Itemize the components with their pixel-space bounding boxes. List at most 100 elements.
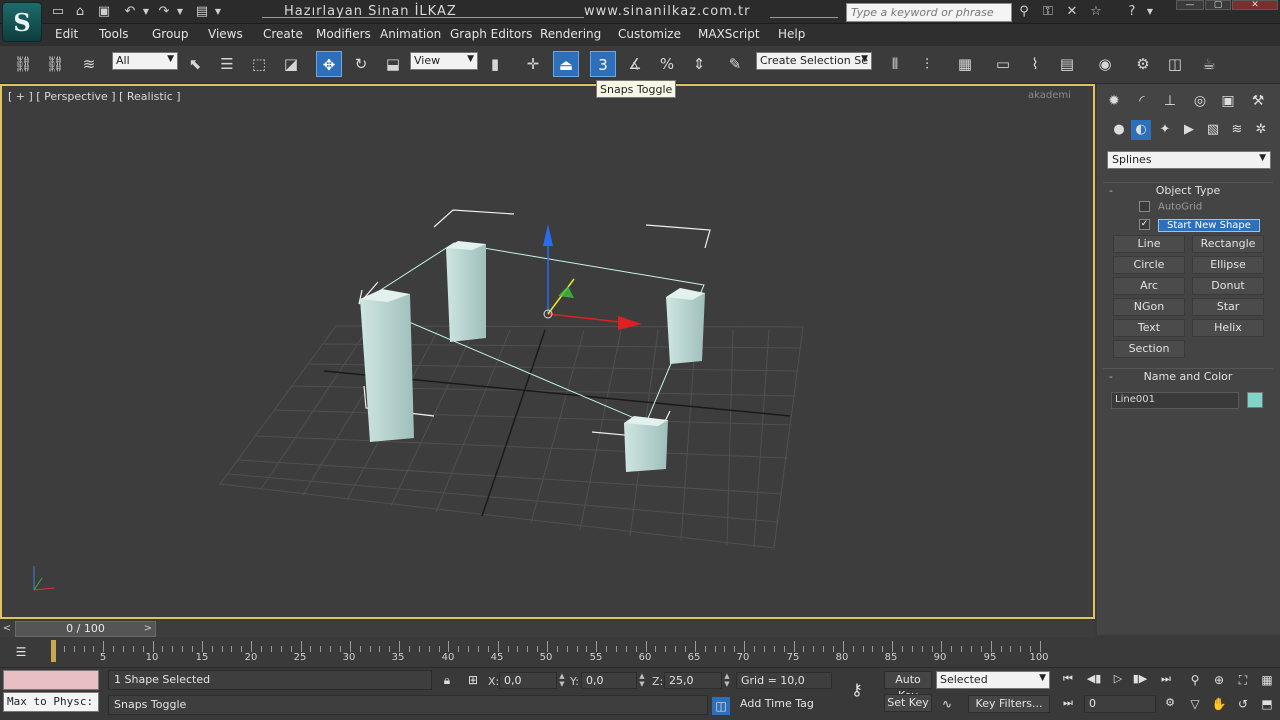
minimize-button[interactable]: — [1176, 0, 1204, 10]
modify-tab-icon[interactable]: ◜ [1131, 90, 1153, 112]
mirror-icon[interactable]: ⫴ [882, 51, 908, 77]
zoom-extents-icon[interactable]: ⛶ [1234, 671, 1252, 689]
pivot-center-icon[interactable]: ▮ [482, 51, 508, 77]
select-object-icon[interactable]: ⬉ [182, 51, 208, 77]
select-and-manipulate-icon[interactable]: ✛ [520, 51, 546, 77]
autogrid-checkbox[interactable]: AutoGrid [1139, 201, 1202, 215]
redo-icon[interactable]: ↷ [156, 4, 172, 20]
menu-animation[interactable]: Animation [380, 27, 441, 41]
maxscript-listener-input[interactable] [3, 670, 99, 690]
menu-group[interactable]: Group [152, 27, 189, 41]
link-icon[interactable]: ⛓ [10, 51, 36, 77]
section-button[interactable]: Section [1113, 340, 1185, 358]
time-configuration-icon[interactable]: ⚙ [1160, 693, 1180, 713]
field-of-view-icon[interactable]: ▽ [1186, 695, 1204, 713]
schematic-view-icon[interactable]: ▤ [1054, 51, 1080, 77]
next-frame-icon[interactable]: ▮▶ [1130, 669, 1150, 689]
set-key-mode-key-icon[interactable]: ⚷ [848, 681, 866, 699]
material-editor-icon[interactable]: ◉ [1092, 51, 1118, 77]
menu-tools[interactable]: Tools [99, 27, 129, 41]
curve-editor-icon[interactable]: ⌇ [1022, 51, 1048, 77]
unlink-icon[interactable]: ⛓ [42, 51, 68, 77]
star-button[interactable]: Star [1192, 298, 1264, 316]
time-slider-thumb[interactable]: 0 / 100 [15, 621, 156, 637]
previous-frame-icon[interactable]: ◀▮ [1084, 669, 1104, 689]
object-name-field[interactable]: Line001 [1111, 392, 1239, 409]
menu-graph-editors[interactable]: Graph Editors [450, 27, 532, 41]
zoom-icon[interactable]: ⚲ [1186, 671, 1204, 689]
menu-customize[interactable]: Customize [618, 27, 681, 41]
select-by-name-icon[interactable]: ☰ [214, 51, 240, 77]
binoculars-icon[interactable]: ⚲ [1016, 4, 1032, 20]
donut-button[interactable]: Donut [1192, 277, 1264, 295]
menu-maxscript[interactable]: MAXScript [698, 27, 760, 41]
utilities-tab-icon[interactable]: ⚒ [1247, 90, 1269, 112]
time-slider-left-arrow-icon[interactable]: < [0, 621, 14, 637]
align-icon[interactable]: ⫶ [914, 51, 940, 77]
selection-region-icon[interactable]: ⬚ [246, 51, 272, 77]
auto-key-button[interactable]: Auto Key [884, 671, 932, 702]
time-tag-icon[interactable]: ◫ [712, 697, 730, 715]
menu-create[interactable]: Create [263, 27, 303, 41]
absolute-relative-toggle-icon[interactable]: ⊞ [464, 671, 482, 689]
play-icon[interactable]: ▷ [1108, 669, 1128, 689]
key-filters-button[interactable]: Key Filters... [968, 695, 1050, 713]
zoom-all-icon[interactable]: ⊕ [1210, 671, 1228, 689]
viewport-label[interactable]: [ + ] [ Perspective ] [ Realistic ] [8, 90, 181, 103]
z-spinner-icon[interactable]: ▲ ▼ [723, 672, 731, 689]
circle-button[interactable]: Circle [1113, 256, 1185, 274]
favorites-star-icon[interactable]: ☆ [1088, 4, 1104, 20]
helix-button[interactable]: Helix [1192, 319, 1264, 337]
orbit-icon[interactable]: ↺ [1234, 695, 1252, 713]
autogrid-checkbox-box[interactable] [1139, 201, 1150, 212]
maxscript-listener-output[interactable]: Max to Physc: [3, 692, 99, 712]
graphite-tools-icon[interactable]: ▭ [990, 51, 1016, 77]
rendered-frame-window-icon[interactable]: ◫ [1162, 51, 1188, 77]
save-file-icon[interactable]: ▣ [96, 4, 112, 20]
name-and-color-rollout-header[interactable]: - Name and Color [1103, 369, 1273, 385]
keyboard-shortcut-override-icon[interactable]: ⏏ [553, 51, 579, 77]
close-button[interactable]: ✕ [1232, 0, 1278, 10]
selection-lock-icon[interactable]: 🔒︎ [438, 671, 456, 689]
window-crossing-icon[interactable]: ◪ [278, 51, 304, 77]
menu-views[interactable]: Views [208, 27, 243, 41]
geometry-category-icon[interactable]: ● [1109, 120, 1129, 140]
app-logo[interactable]: S [2, 2, 42, 42]
text-button[interactable]: Text [1113, 319, 1185, 337]
rectangle-button[interactable]: Rectangle [1192, 235, 1264, 253]
menu-edit[interactable]: Edit [55, 27, 78, 41]
render-setup-icon[interactable]: ⚙ [1130, 51, 1156, 77]
new-file-icon[interactable]: ▭ [50, 4, 66, 20]
angle-snap-icon[interactable]: ∡ [622, 51, 648, 77]
x-coord-field[interactable]: 0,0 [499, 672, 557, 689]
help-dropdown-icon[interactable]: ▼ [1142, 4, 1158, 20]
project-folder-icon[interactable]: ▤ [194, 4, 210, 20]
maximize-button[interactable]: ▢ [1205, 0, 1231, 10]
help-icon[interactable]: ? [1124, 4, 1140, 20]
named-selection-sets-dropdown[interactable]: Create Selection Se ▼ [756, 52, 872, 70]
menu-help[interactable]: Help [778, 27, 805, 41]
menu-rendering[interactable]: Rendering [540, 27, 601, 41]
object-type-rollout-header[interactable]: - Object Type [1103, 183, 1273, 199]
motion-tab-icon[interactable]: ◎ [1189, 90, 1211, 112]
default-in-out-tangents-icon[interactable]: ∿ [938, 695, 956, 713]
open-file-icon[interactable]: ⌂ [72, 4, 88, 20]
key-mode-toggle-icon[interactable]: ⏭ [1058, 693, 1078, 713]
snaps-toggle-icon[interactable]: 3 [590, 51, 616, 77]
track-bar[interactable]: ☰ 5 10 15 20 25 30 35 40 45 50 55 60 65 … [0, 637, 1280, 667]
arc-button[interactable]: Arc [1113, 277, 1185, 295]
go-to-start-icon[interactable]: ⏮ [1058, 669, 1078, 689]
spacewarps-category-icon[interactable]: ≋ [1227, 120, 1247, 140]
hierarchy-tab-icon[interactable]: ⊥ [1159, 90, 1181, 112]
undo-icon[interactable]: ↶ [122, 4, 138, 20]
layer-manager-icon[interactable]: ▦ [952, 51, 978, 77]
select-and-scale-icon[interactable]: ⬓ [380, 51, 406, 77]
cameras-category-icon[interactable]: ▶ [1179, 120, 1199, 140]
key-mode-dropdown[interactable]: Selected ▼ [936, 671, 1050, 689]
line-button[interactable]: Line [1113, 235, 1185, 253]
render-production-icon[interactable]: ☕ [1196, 51, 1222, 77]
perspective-viewport[interactable]: [ + ] [ Perspective ] [ Realistic ] akad… [0, 84, 1095, 619]
reference-coordinate-dropdown[interactable]: View ▼ [410, 52, 478, 70]
start-new-shape-checkbox[interactable]: ✓ Start New Shape [1139, 218, 1260, 233]
menu-modifiers[interactable]: Modifiers [316, 27, 371, 41]
